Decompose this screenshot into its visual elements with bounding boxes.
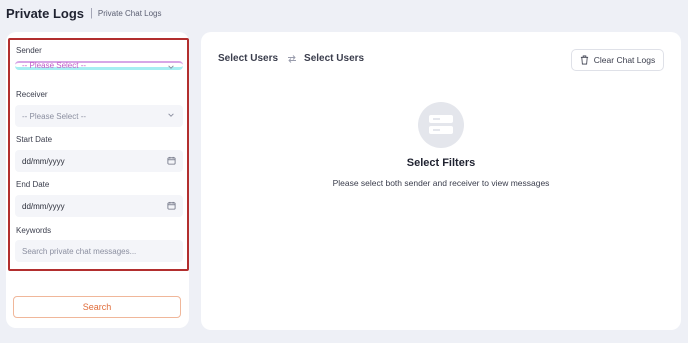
empty-state-description: Please select both sender and receiver t…: [332, 178, 550, 188]
empty-state-title: Select Filters: [406, 157, 476, 169]
end-date-input[interactable]: dd/mm/yyyy: [15, 195, 183, 217]
filter-placeholder-icon: [418, 102, 464, 148]
start-date-input[interactable]: dd/mm/yyyy: [15, 150, 183, 172]
calendar-icon[interactable]: [167, 156, 176, 165]
search-button[interactable]: Search: [13, 296, 181, 318]
receiver-select-value: -- Please Select --: [22, 111, 87, 121]
start-date-value: dd/mm/yyyy: [22, 156, 65, 166]
chat-log-panel: Select Users Select Users Clear Chat Log…: [201, 32, 681, 330]
filter-panel: Sender -- Please Select -- Receiver -- P…: [6, 32, 189, 328]
sender-select-value: -- Please Select --: [22, 60, 87, 70]
keywords-label: Keywords: [16, 226, 52, 235]
receiver-title: Select Users: [304, 53, 365, 64]
chevron-down-icon: [168, 113, 174, 117]
start-date-label: Start Date: [16, 135, 53, 144]
swap-icon: [288, 54, 297, 63]
clear-chat-logs-button[interactable]: Clear Chat Logs: [571, 49, 664, 71]
keywords-placeholder: Search private chat messages...: [22, 246, 137, 256]
keywords-input[interactable]: Search private chat messages...: [15, 240, 183, 262]
server-icon: [429, 115, 453, 134]
clear-chat-logs-label: Clear Chat Logs: [593, 55, 656, 65]
receiver-select[interactable]: -- Please Select --: [15, 105, 183, 127]
sender-select[interactable]: -- Please Select --: [15, 61, 183, 70]
selected-users: Select Users Select Users: [218, 53, 364, 64]
header-separator: |: [90, 7, 93, 19]
breadcrumb: Private Chat Logs: [97, 8, 162, 18]
page-title: Private Logs: [6, 5, 85, 21]
filter-form: Sender -- Please Select -- Receiver -- P…: [8, 38, 189, 271]
sender-title: Select Users: [218, 53, 279, 64]
page-header: Private Logs | Private Chat Logs: [6, 4, 161, 22]
trash-icon: [580, 55, 588, 65]
sender-label: Sender: [16, 46, 42, 55]
calendar-icon[interactable]: [167, 201, 176, 210]
end-date-value: dd/mm/yyyy: [22, 201, 65, 211]
end-date-label: End Date: [16, 180, 50, 189]
chevron-down-icon: [168, 65, 174, 69]
receiver-label: Receiver: [16, 90, 48, 99]
